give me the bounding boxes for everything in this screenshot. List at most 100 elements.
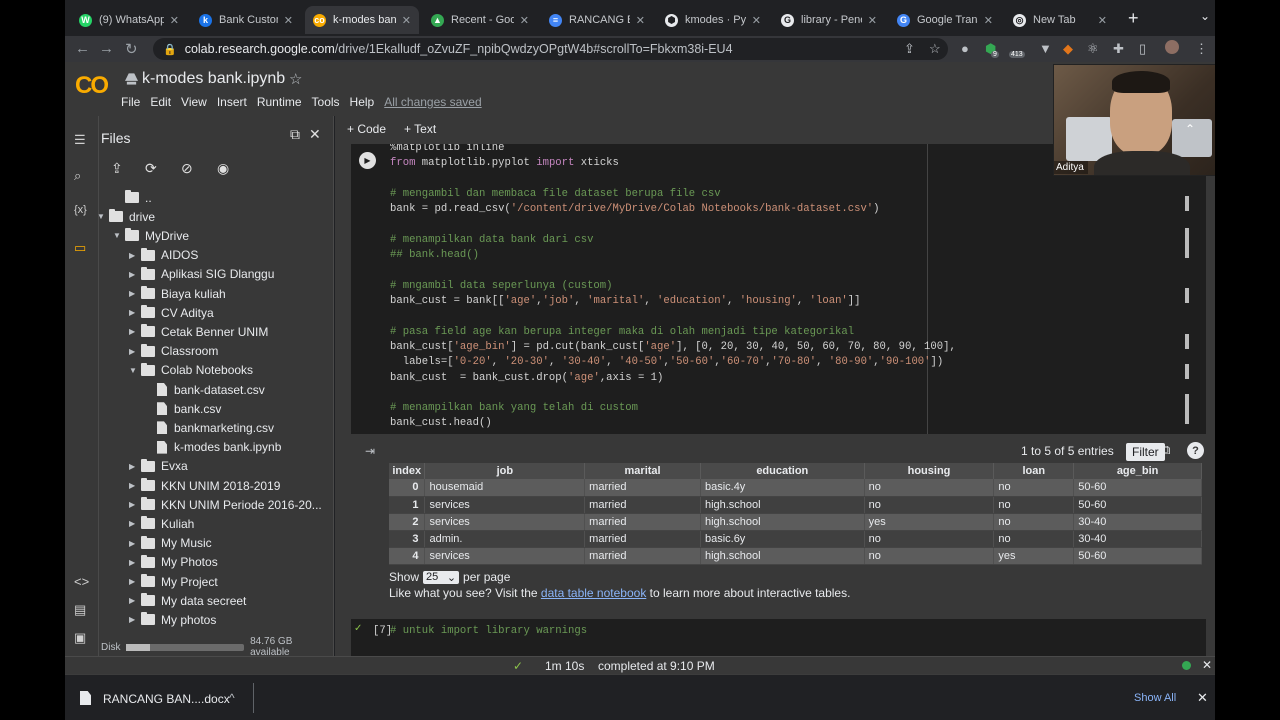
puzzle-extensions-icon[interactable]: ✚ [1113, 41, 1124, 57]
code-snippets-icon[interactable]: <> [74, 574, 89, 589]
tab-6[interactable]: Glibrary - Penel ✕ [773, 6, 885, 34]
tab-3[interactable]: ▲ Recent - Goog ✕ [423, 6, 537, 34]
menu-help[interactable]: Help [350, 95, 375, 109]
tab-7[interactable]: G Google Transl ✕ [889, 6, 1001, 34]
folder-item[interactable]: ▶ Evxa [129, 457, 188, 476]
menu-tools[interactable]: Tools [312, 95, 340, 109]
tab-close-icon[interactable]: ✕ [636, 14, 645, 27]
chevron-right-icon[interactable]: ▶ [129, 596, 141, 605]
tab-5[interactable]: ⬢ kmodes · PyPI ✕ [657, 6, 769, 34]
column-header[interactable]: housing [864, 463, 995, 479]
chevron-right-icon[interactable]: ▶ [129, 481, 141, 490]
menu-view[interactable]: View [181, 95, 207, 109]
folder-item[interactable]: ▶ AIDOS [129, 246, 198, 265]
menu-runtime[interactable]: Runtime [257, 95, 302, 109]
tab-close-icon[interactable]: ✕ [170, 14, 179, 27]
download-filename[interactable]: RANCANG BAN....docx [103, 692, 230, 706]
close-icon[interactable]: ✕ [1197, 690, 1208, 706]
add-code-button[interactable]: + Code [347, 122, 386, 136]
chrome-menu-icon[interactable]: ⋮ [1195, 41, 1208, 57]
refresh-folder-icon[interactable]: ⟳ [145, 160, 157, 177]
column-header[interactable]: marital [584, 463, 701, 479]
back-icon[interactable]: ← [75, 40, 90, 57]
tab-close-icon[interactable]: ✕ [520, 14, 529, 27]
folder-item[interactable]: ▶ Kuliah [129, 514, 194, 533]
chevron-right-icon[interactable]: ▶ [129, 615, 141, 624]
folder-item[interactable]: ▼ MyDrive [113, 226, 189, 245]
menu-insert[interactable]: Insert [217, 95, 247, 109]
folder-item[interactable]: ▼ drive [97, 207, 155, 226]
run-cell-button[interactable]: ▶ [359, 152, 376, 169]
copy-icon[interactable]: ⧉ [1161, 442, 1170, 458]
extension-icon[interactable]: ● [961, 41, 969, 56]
folder-item[interactable]: ▶ My Photos [129, 553, 218, 572]
folder-item[interactable]: ▶ My photos [129, 610, 216, 629]
filter-button[interactable]: Filter [1126, 443, 1165, 461]
chevron-right-icon[interactable]: ▶ [129, 308, 141, 317]
search-icon[interactable]: ⌕ [74, 168, 81, 184]
file-item[interactable]: bank.csv [145, 399, 221, 418]
tab-8[interactable]: ◎ New Tab ✕ [1005, 6, 1115, 34]
tab-close-icon[interactable]: ✕ [868, 14, 877, 27]
tab-0[interactable]: W (9) WhatsApp ✕ [71, 6, 187, 34]
column-header[interactable]: education [700, 463, 865, 479]
column-header[interactable]: loan [993, 463, 1075, 479]
tab-4[interactable]: ≡ RANCANG BA ✕ [541, 6, 653, 34]
close-icon[interactable]: ✕ [309, 126, 321, 143]
open-in-tab-icon[interactable]: ⧉ [290, 126, 300, 143]
new-tab-button[interactable]: + [1128, 8, 1139, 29]
tab-close-icon[interactable]: ✕ [402, 14, 411, 27]
files-icon[interactable]: ▭ [74, 240, 86, 256]
folder-item[interactable]: ▶ Cetak Benner UNIM [129, 322, 268, 341]
code-cell[interactable]: ▶ %matplotlib inline from matplotlib.pypl… [351, 144, 1206, 434]
chevron-right-icon[interactable]: ▶ [129, 519, 141, 528]
folder-item[interactable]: ▶ Classroom [129, 342, 218, 361]
add-text-button[interactable]: + Text [404, 122, 436, 136]
chevron-right-icon[interactable]: ▶ [129, 251, 141, 260]
folder-item[interactable]: ▼ Colab Notebooks [129, 361, 253, 380]
notebook-title[interactable]: k-modes bank.ipynb [142, 70, 285, 88]
folder-item[interactable]: ▶ Biaya kuliah [129, 284, 226, 303]
folder-item[interactable]: ▶ CV Aditya [129, 303, 214, 322]
command-palette-icon[interactable]: ▤ [74, 602, 86, 618]
file-item[interactable]: bankmarketing.csv [145, 418, 274, 437]
forward-icon[interactable]: → [99, 40, 114, 57]
folder-item[interactable]: ▶ My Music [129, 534, 212, 553]
chevron-up-icon[interactable]: ⌃ [1185, 122, 1195, 136]
chevron-right-icon[interactable]: ▶ [129, 347, 141, 356]
tab-close-icon[interactable]: ✕ [1098, 14, 1107, 27]
column-header[interactable]: job [424, 463, 586, 479]
folder-item[interactable]: ▶ My data secreet [129, 591, 246, 610]
chevron-right-icon[interactable]: ▶ [129, 289, 141, 298]
share-icon[interactable]: ⇪ [904, 41, 915, 57]
folder-item[interactable]: ▶ KKN UNIM Periode 2016-20... [129, 495, 322, 514]
help-icon[interactable]: ? [1187, 442, 1204, 459]
hide-files-icon[interactable]: ◉ [217, 160, 229, 177]
chevron-right-icon[interactable]: ▶ [129, 327, 141, 336]
chevron-right-icon[interactable]: ▶ [129, 270, 141, 279]
metamask-icon[interactable]: ◆ [1063, 41, 1073, 57]
folder-item[interactable]: .. [113, 188, 152, 207]
star-icon[interactable]: ☆ [289, 70, 302, 88]
chevron-right-icon[interactable]: ▶ [129, 558, 141, 567]
file-item[interactable]: k-modes bank.ipynb [145, 438, 281, 457]
terminal-icon[interactable]: ▣ [74, 630, 86, 646]
tab-close-icon[interactable]: ✕ [752, 14, 761, 27]
address-bar[interactable]: 🔒 colab.research.google.com /drive/1Ekal… [153, 38, 948, 60]
folder-item[interactable]: ▶ My Project [129, 572, 218, 591]
colab-logo[interactable]: CO [75, 72, 109, 100]
unmount-drive-icon[interactable]: ⊘ [181, 160, 193, 177]
chevron-right-icon[interactable]: ▶ [129, 500, 141, 509]
toc-icon[interactable]: ☰ [74, 132, 86, 148]
sidepanel-icon[interactable]: ▯ [1139, 41, 1146, 57]
output-icon[interactable]: ⇥ [365, 444, 375, 458]
status-close-icon[interactable]: ✕ [1202, 658, 1212, 672]
tab-1[interactable]: k Bank Custome ✕ [191, 6, 301, 34]
folder-item[interactable]: ▶ KKN UNIM 2018-2019 [129, 476, 280, 495]
chevron-down-icon[interactable]: ▼ [113, 231, 125, 240]
data-table-notebook-link[interactable]: data table notebook [541, 586, 646, 600]
show-all-button[interactable]: Show All [1134, 692, 1176, 704]
chevron-down-icon[interactable]: ▼ [129, 366, 141, 375]
file-item[interactable]: bank-dataset.csv [145, 380, 265, 399]
tab-close-icon[interactable]: ✕ [984, 14, 993, 27]
